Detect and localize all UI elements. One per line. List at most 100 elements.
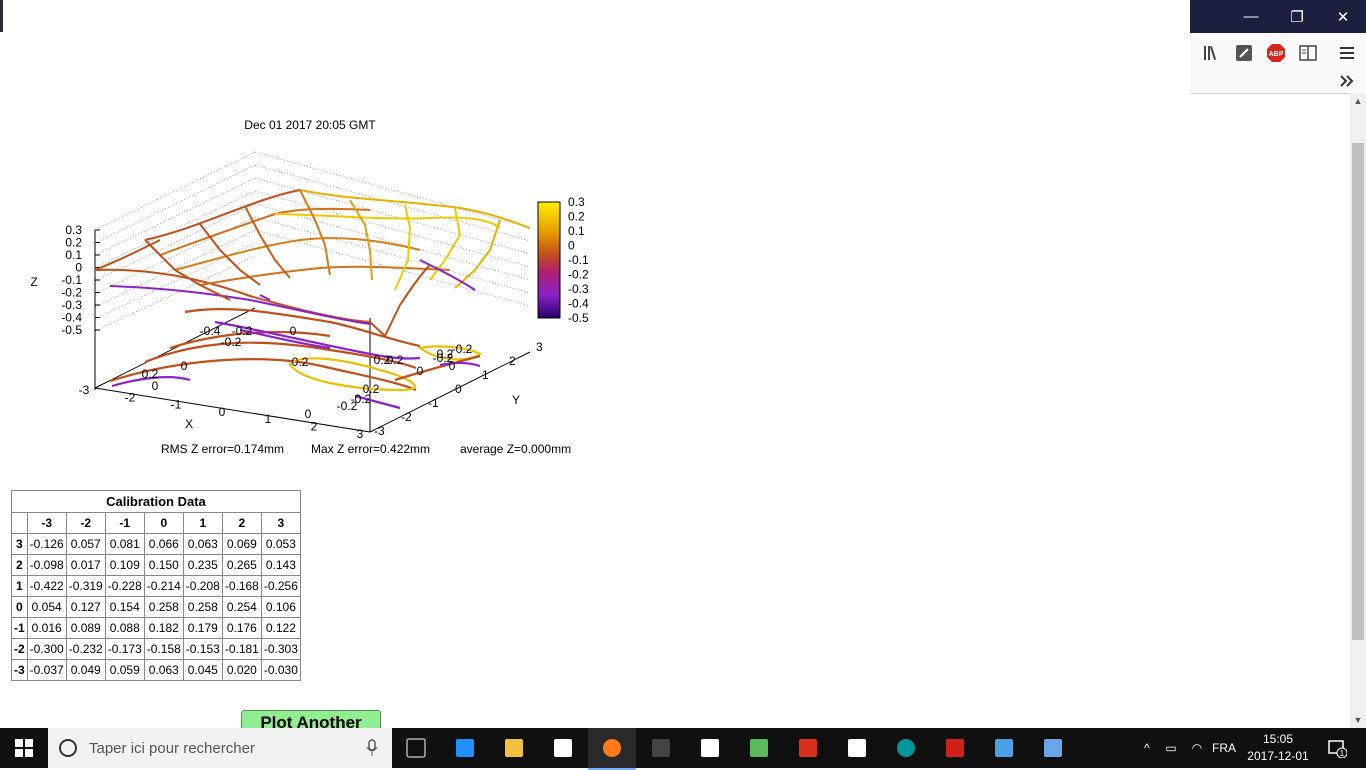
table-cell: 0.063 [143,659,184,681]
restore-button[interactable]: ❐ [1274,0,1320,33]
file-explorer-icon[interactable] [490,728,538,768]
max-error-text: Max Z error=0.422mm [311,442,430,456]
contour-label: 0 [152,379,159,393]
calibration-table: Calibration Data -3 -2 -1 0 1 2 3 3 -0.126 0.057… [11,490,301,681]
windows-icon [15,739,33,757]
colorbar-tick-label: 0 [568,239,575,253]
colorbar [537,201,561,319]
edge-icon[interactable] [441,728,489,768]
table-cell: -0.300 [26,638,67,660]
contour-label: -0.4 [200,324,221,338]
network-app-icon[interactable] [1029,728,1077,768]
app-icon[interactable] [735,728,783,768]
notification-count: 1 [1340,749,1345,758]
y-tick-label: -3 [374,424,385,438]
window-edge [0,0,3,32]
column-header: -1 [104,512,145,534]
table-cell: -0.319 [65,575,106,597]
table-cell: 0.045 [182,659,223,681]
filezilla-icon[interactable] [784,728,832,768]
table-row: -1 0.016 0.089 0.088 0.182 0.179 0.176 0.122 [11,617,301,639]
contour-label: -0.2 [351,392,372,406]
table-row: 1 -0.422 -0.319 -0.228 -0.214 -0.208 -0.168 -0.… [11,575,301,597]
taskbar: Taper ici pour rechercher ^ ▭ ◠ FRA 15:0… [0,728,1366,770]
mail-icon[interactable] [833,728,881,768]
title-bar: — ❐ ✕ [1190,0,1366,33]
table-cell: 0.057 [65,533,106,555]
back-grid [94,151,531,332]
column-header: 1 [182,512,223,534]
y-tick-label: 0 [455,382,462,396]
row-header: 1 [11,575,28,597]
table-caption: Calibration Data [11,490,301,512]
system-clock[interactable]: 15:05 2017-12-01 [1240,728,1316,768]
scroll-down-icon[interactable]: ▼ [1350,712,1366,728]
arduino-icon[interactable] [882,728,930,768]
start-button[interactable] [0,728,48,768]
menu-icon[interactable] [1335,41,1359,65]
average-z-text: average Z=0.000mm [460,442,571,456]
scroll-thumb[interactable] [1352,143,1364,640]
table-cell: -0.214 [143,575,184,597]
microphone-icon[interactable] [366,739,378,757]
table-cell: -0.173 [104,638,145,660]
y-tick-label: 2 [509,354,516,368]
table-cell: -0.422 [26,575,67,597]
table-cell: 0.089 [65,617,106,639]
file-icon[interactable] [686,728,734,768]
overflow-chevron-icon[interactable] [1335,69,1359,93]
table-cell: 0.150 [143,554,184,576]
scroll-up-icon[interactable]: ▲ [1350,93,1366,109]
table-cell: 0.176 [221,617,262,639]
vertical-scrollbar[interactable]: ▲ ▼ [1350,93,1366,728]
cortana-icon [59,739,77,757]
table-cell: 0.053 [260,533,301,555]
table-cell: 0.059 [104,659,145,681]
table-cell: 0.127 [65,596,106,618]
firefox-icon[interactable] [588,728,636,770]
notifications-icon[interactable]: 1 [1322,728,1352,768]
acrobat-icon[interactable] [931,728,979,768]
table-cell: 0.154 [104,596,145,618]
terminal-icon[interactable] [637,728,685,768]
y-axis-label: Y [512,393,520,407]
row-header: -2 [11,638,28,660]
wifi-icon[interactable]: ◠ [1186,728,1208,768]
language-indicator[interactable]: FRA [1208,728,1240,768]
clock-date: 2017-12-01 [1247,749,1309,763]
table-cell: 0.063 [182,533,223,555]
minimize-button[interactable]: — [1228,0,1274,33]
stylus-icon[interactable] [1232,41,1256,65]
task-view-icon[interactable] [392,728,440,768]
battery-icon[interactable]: ▭ [1160,728,1182,768]
table-cell: -0.168 [221,575,262,597]
library-icon[interactable] [1200,41,1224,65]
x-axis-ticks: -3 -2 -1 0 1 2 3 [79,383,364,441]
colorbar-tick-label: -0.5 [568,311,589,325]
table-cell: 0.069 [221,533,262,555]
row-header: 3 [11,533,28,555]
colorbar-tick-label: 0.3 [568,195,585,209]
reader-view-icon[interactable] [1296,41,1320,65]
table-cell: -0.098 [26,554,67,576]
control-panel-icon[interactable] [980,728,1028,768]
page-top-blank [0,0,1190,93]
store-icon[interactable] [539,728,587,768]
show-hidden-icons-icon[interactable]: ^ [1136,728,1158,768]
table-cell: 0.088 [104,617,145,639]
table-cell: 0.254 [221,596,262,618]
table-cell: 0.066 [143,533,184,555]
table-cell: -0.228 [104,575,145,597]
x-tick-label: 1 [265,412,272,426]
table-row: -2 -0.300 -0.232 -0.173 -0.158 -0.153 -0.181 -0… [11,638,301,660]
y-tick-label: -2 [401,410,412,424]
adblock-plus-icon[interactable]: ABP [1264,41,1288,65]
base-plane [94,307,531,433]
colorbar-tick-label: 0.2 [568,210,585,224]
table-cell: 0.106 [260,596,301,618]
close-button[interactable]: ✕ [1320,0,1366,33]
table-cell: -0.030 [260,659,301,681]
column-header: -2 [65,512,106,534]
contour-label: -0.2 [221,335,242,349]
taskbar-search[interactable]: Taper ici pour rechercher [48,728,392,768]
